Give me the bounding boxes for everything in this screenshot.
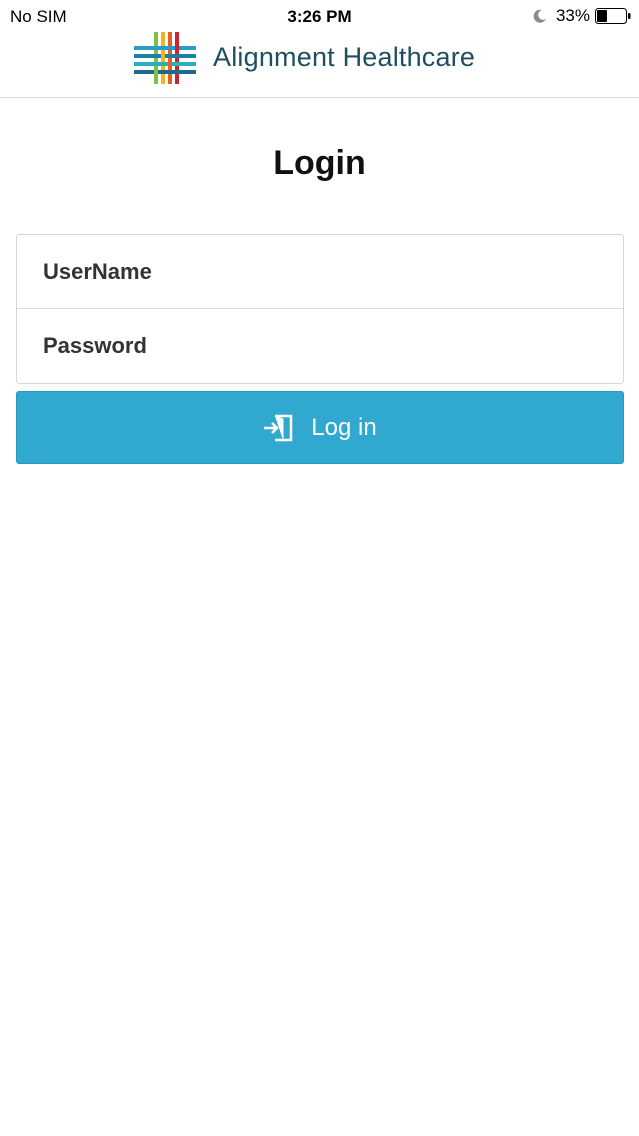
moon-icon [532, 8, 548, 24]
logo-icon [134, 30, 196, 86]
password-field-row [17, 309, 623, 383]
page-title: Login [273, 144, 366, 182]
username-field-row [17, 235, 623, 309]
username-input[interactable] [43, 235, 623, 308]
brand-name: Alignment Healthcare [213, 42, 476, 72]
battery-icon [595, 8, 631, 24]
app-header: Alignment Healthcare [0, 26, 639, 98]
login-icon [263, 414, 293, 442]
login-form [16, 234, 624, 384]
login-button-label: Log in [311, 413, 377, 441]
login-button[interactable]: Log in [16, 391, 624, 464]
password-input[interactable] [43, 309, 623, 383]
status-right: 33% [532, 6, 631, 26]
battery-percent: 33% [555, 6, 590, 25]
